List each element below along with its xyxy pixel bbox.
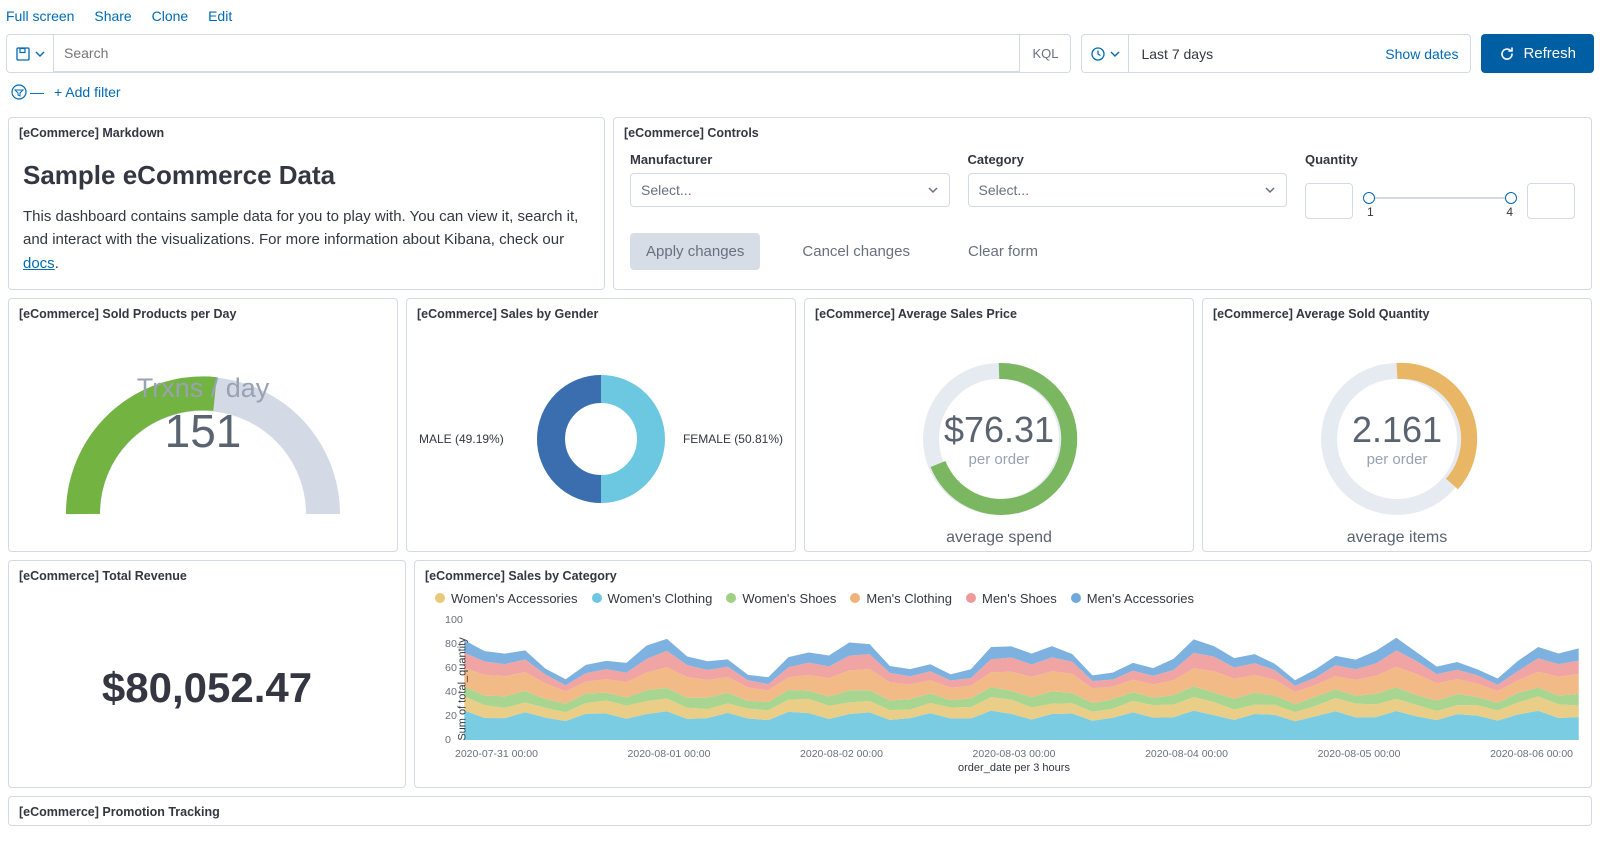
markdown-body: This dashboard contains sample data for … [23, 205, 590, 275]
funnel-icon [10, 83, 28, 101]
refresh-button[interactable]: Refresh [1481, 34, 1594, 73]
disk-icon [15, 46, 31, 62]
panel-title: [eCommerce] Average Sales Price [805, 299, 1193, 327]
panel-title: [eCommerce] Sales by Category [415, 561, 1591, 589]
date-range-value[interactable]: Last 7 days [1129, 35, 1373, 72]
date-picker-segment: Last 7 days Show dates [1081, 34, 1471, 73]
control-manufacturer: Manufacturer Select... [630, 152, 950, 219]
docs-link[interactable]: docs [23, 255, 55, 272]
svg-text:60: 60 [445, 663, 457, 674]
chart-legend: Women's Accessories Women's Clothing Women… [415, 589, 1591, 606]
avg-qty-value: 2.161 [1352, 409, 1442, 451]
gauge-label: Trxns / day [137, 373, 270, 404]
markdown-heading: Sample eCommerce Data [23, 160, 590, 191]
panel-sold-per-day: [eCommerce] Sold Products per Day Trxns … [8, 298, 398, 552]
saved-query-menu[interactable] [7, 35, 54, 72]
avg-price-value: $76.31 [944, 409, 1054, 451]
range-min-label: 1 [1367, 205, 1374, 219]
stacked-area-chart: 0 20 40 60 80 100 [445, 610, 1583, 748]
control-category: Category Select... [968, 152, 1288, 219]
panel-sales-by-gender: [eCommerce] Sales by Gender MALE (49.19%… [406, 298, 796, 552]
query-bar: KQL Last 7 days Show dates Refresh [0, 30, 1600, 83]
category-select[interactable]: Select... [968, 173, 1288, 207]
panel-title: [eCommerce] Promotion Tracking [9, 797, 1591, 825]
panel-total-revenue: [eCommerce] Total Revenue $80,052.47 [8, 560, 406, 788]
legend-item[interactable]: Women's Accessories [435, 591, 578, 606]
share-link[interactable]: Share [94, 8, 131, 24]
apply-changes-button[interactable]: Apply changes [630, 233, 760, 270]
legend-item[interactable]: Women's Shoes [726, 591, 836, 606]
male-label: MALE (49.19%) [419, 432, 504, 446]
svg-text:40: 40 [445, 687, 457, 698]
search-input[interactable] [54, 35, 1019, 72]
chevron-down-icon [1110, 49, 1120, 59]
panel-title: [eCommerce] Markdown [9, 118, 604, 146]
refresh-label: Refresh [1523, 45, 1576, 62]
chevron-down-icon [1264, 184, 1276, 196]
panel-title: [eCommerce] Controls [614, 118, 1591, 146]
panel-title: [eCommerce] Total Revenue [9, 561, 405, 589]
panel-controls: [eCommerce] Controls Manufacturer Select… [613, 117, 1592, 290]
control-label: Quantity [1305, 152, 1358, 167]
quantity-min-input[interactable] [1305, 183, 1353, 219]
panel-avg-sales-price: [eCommerce] Average Sales Price $76.31 p… [804, 298, 1194, 552]
x-axis-ticks: 2020-07-31 00:002020-08-01 00:002020-08-… [445, 748, 1583, 760]
panel-title: [eCommerce] Sold Products per Day [9, 299, 397, 327]
quantity-max-input[interactable] [1527, 183, 1575, 219]
avg-price-sub: per order [944, 451, 1054, 468]
chevron-down-icon [927, 184, 939, 196]
clone-link[interactable]: Clone [152, 8, 189, 24]
add-filter-button[interactable]: + Add filter [54, 84, 121, 100]
edit-link[interactable]: Edit [208, 8, 232, 24]
legend-item[interactable]: Men's Accessories [1071, 591, 1194, 606]
x-axis-label: order_date per 3 hours [445, 760, 1583, 778]
gauge-value: 151 [137, 404, 270, 458]
control-label: Category [968, 152, 1288, 167]
legend-item[interactable]: Women's Clothing [592, 591, 713, 606]
clock-icon [1090, 46, 1106, 62]
revenue-value: $80,052.47 [102, 664, 312, 712]
filter-bar: — + Add filter [0, 83, 1600, 113]
control-label: Manufacturer [630, 152, 950, 167]
cancel-changes-button[interactable]: Cancel changes [786, 233, 926, 270]
quantity-range-slider[interactable] [1369, 197, 1511, 199]
panel-title: [eCommerce] Average Sold Quantity [1203, 299, 1591, 327]
avg-qty-sub: per order [1352, 451, 1442, 468]
date-quick-menu[interactable] [1082, 35, 1129, 72]
legend-item[interactable]: Men's Clothing [850, 591, 952, 606]
panel-promotion-tracking: [eCommerce] Promotion Tracking [8, 796, 1592, 826]
panel-markdown: [eCommerce] Markdown Sample eCommerce Da… [8, 117, 605, 290]
svg-text:100: 100 [445, 615, 463, 626]
clear-form-button[interactable]: Clear form [952, 233, 1054, 270]
kql-toggle[interactable]: KQL [1019, 35, 1070, 72]
svg-text:0: 0 [445, 735, 451, 746]
control-quantity: Quantity 1 4 [1305, 152, 1575, 219]
refresh-icon [1499, 46, 1515, 62]
y-axis-label: Sum of total_quantity [457, 637, 469, 740]
female-label: FEMALE (50.81%) [683, 432, 783, 446]
panel-title: [eCommerce] Sales by Gender [407, 299, 795, 327]
chevron-down-icon [35, 49, 45, 59]
avg-price-caption: average spend [946, 529, 1052, 547]
manufacturer-select[interactable]: Select... [630, 173, 950, 207]
range-thumb-min[interactable] [1363, 192, 1375, 204]
svg-text:80: 80 [445, 639, 457, 650]
fullscreen-link[interactable]: Full screen [6, 8, 74, 24]
panel-avg-sold-qty: [eCommerce] Average Sold Quantity 2.161 … [1202, 298, 1592, 552]
dashboard-grid: [eCommerce] Markdown Sample eCommerce Da… [0, 113, 1600, 840]
range-max-label: 4 [1506, 205, 1513, 219]
avg-qty-caption: average items [1347, 529, 1448, 547]
filter-menu-icon[interactable]: — [10, 83, 44, 101]
legend-item[interactable]: Men's Shoes [966, 591, 1057, 606]
range-thumb-max[interactable] [1505, 192, 1517, 204]
search-segment: KQL [6, 34, 1071, 73]
panel-sales-by-category: [eCommerce] Sales by Category Women's Ac… [414, 560, 1592, 788]
svg-text:20: 20 [445, 711, 457, 722]
dashboard-top-links: Full screen Share Clone Edit [0, 0, 1600, 30]
show-dates-link[interactable]: Show dates [1373, 35, 1470, 72]
